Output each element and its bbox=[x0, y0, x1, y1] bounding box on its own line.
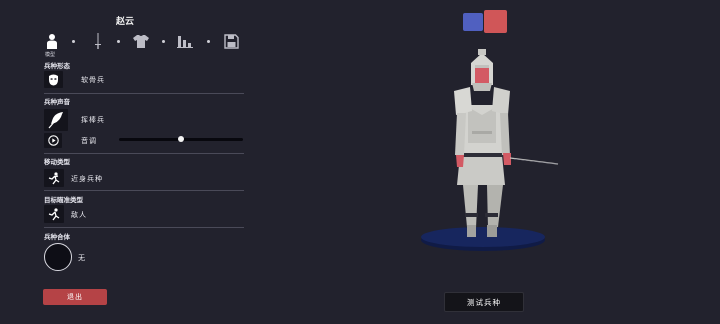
section-label-form: 兵种形态 bbox=[44, 62, 70, 70]
section-label-targeting: 目标瞄准类型 bbox=[44, 196, 83, 204]
feather-icon bbox=[48, 112, 63, 129]
unit-editor-panel: 赵云 模型 兵种形态 软骨兵 兵种声音 挥棒兵 音调 移动类型 近身兵种 目标瞄… bbox=[0, 0, 250, 324]
form-selector[interactable] bbox=[44, 71, 63, 88]
team-color-blue-swatch[interactable] bbox=[463, 13, 483, 31]
section-label-voice: 兵种声音 bbox=[44, 98, 70, 106]
voice-value: 挥棒兵 bbox=[81, 116, 105, 124]
armor-icon bbox=[133, 35, 149, 48]
divider bbox=[44, 93, 244, 94]
play-icon bbox=[47, 135, 59, 146]
merge-value: 无 bbox=[78, 254, 86, 262]
tab-stats[interactable] bbox=[177, 32, 193, 50]
merge-unit-slot[interactable] bbox=[44, 243, 72, 271]
exit-button[interactable]: 退出 bbox=[43, 289, 107, 305]
section-label-movement: 移动类型 bbox=[44, 158, 70, 166]
test-unit-button[interactable]: 测试兵种 bbox=[444, 292, 524, 312]
divider bbox=[44, 153, 244, 154]
stats-icon bbox=[177, 36, 193, 48]
section-label-merge: 兵种合体 bbox=[44, 233, 70, 241]
unit-preview-model[interactable] bbox=[410, 45, 570, 260]
divider bbox=[44, 190, 244, 191]
pitch-label: 音调 bbox=[81, 137, 97, 145]
target-figure-icon bbox=[48, 207, 60, 220]
form-value: 软骨兵 bbox=[81, 76, 105, 84]
targeting-value: 敌人 bbox=[71, 211, 87, 219]
mask-icon bbox=[49, 74, 58, 85]
sword-icon bbox=[95, 33, 101, 49]
tab-model-label: 模型 bbox=[45, 52, 56, 58]
tab-armor[interactable] bbox=[133, 32, 149, 50]
voice-preview-button[interactable] bbox=[44, 133, 62, 148]
tab-separator bbox=[207, 40, 210, 43]
save-icon bbox=[223, 33, 239, 49]
tab-separator bbox=[162, 40, 165, 43]
tab-separator bbox=[117, 40, 120, 43]
person-icon bbox=[47, 34, 57, 49]
targeting-selector[interactable] bbox=[44, 205, 64, 223]
editor-tabs: 模型 bbox=[44, 32, 244, 58]
tab-weapon[interactable] bbox=[90, 32, 106, 50]
unit-name-title: 赵云 bbox=[115, 17, 134, 27]
divider bbox=[44, 227, 244, 228]
pitch-slider[interactable] bbox=[119, 136, 243, 142]
pitch-slider-handle[interactable] bbox=[178, 136, 184, 142]
team-color-red-swatch[interactable] bbox=[484, 10, 507, 33]
movement-selector[interactable] bbox=[44, 169, 64, 187]
tab-separator bbox=[72, 40, 75, 43]
tab-save[interactable] bbox=[223, 32, 239, 50]
running-figure-icon bbox=[48, 171, 60, 184]
voice-selector[interactable] bbox=[44, 109, 68, 131]
movement-value: 近身兵种 bbox=[71, 175, 103, 183]
tab-model[interactable]: 模型 bbox=[44, 32, 60, 58]
